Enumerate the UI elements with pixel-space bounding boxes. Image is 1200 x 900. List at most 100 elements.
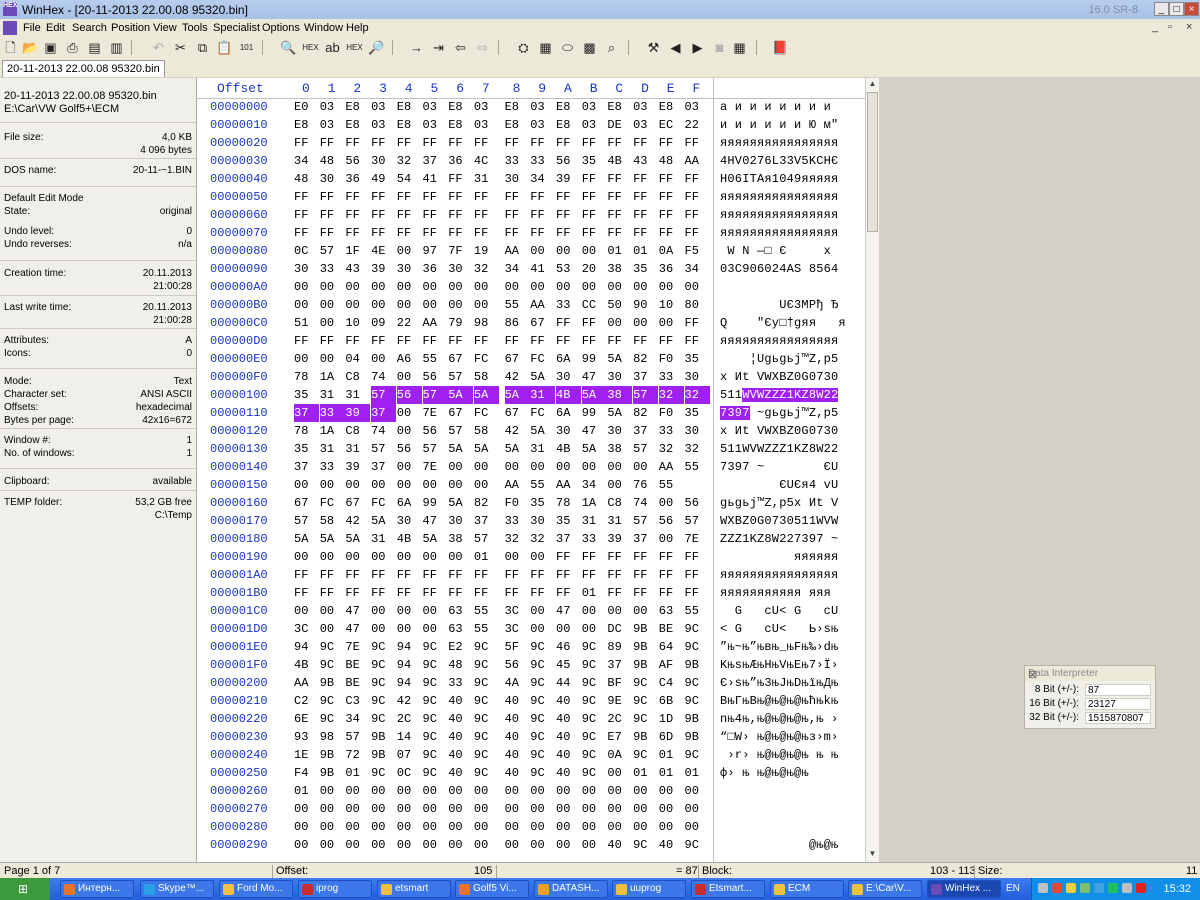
hex-byte[interactable]: 00: [371, 800, 396, 818]
hex-byte[interactable]: 5A: [345, 530, 370, 548]
hex-byte[interactable]: FF: [633, 206, 658, 224]
hex-byte[interactable]: 9B: [371, 746, 396, 764]
hex-byte[interactable]: 43: [345, 260, 370, 278]
hex-byte[interactable]: FF: [320, 206, 345, 224]
hex-byte[interactable]: AA: [423, 314, 448, 332]
hex-byte[interactable]: 9B: [685, 728, 710, 746]
hex-byte[interactable]: 00: [371, 818, 396, 836]
hex-byte[interactable]: 74: [371, 368, 396, 386]
hex-byte[interactable]: 00: [505, 818, 530, 836]
row-ascii[interactable]: WXBZ0G0730511WVW: [720, 512, 865, 530]
print-icon[interactable]: ⎙: [64, 39, 81, 56]
hex-byte[interactable]: 38: [607, 386, 633, 404]
hex-byte[interactable]: E0: [294, 98, 319, 116]
hex-byte[interactable]: 14: [397, 728, 422, 746]
hex-byte[interactable]: 40: [556, 710, 581, 728]
hex-byte[interactable]: 9C: [474, 710, 499, 728]
hex-byte[interactable]: 00: [448, 458, 473, 476]
hex-byte[interactable]: 5A: [448, 494, 473, 512]
hex-byte[interactable]: 00: [397, 476, 422, 494]
hex-row[interactable]: 000000E0 00 00 04 00 A6 55 67 FC 67 FC 6A 99 5A 82 F0 35…: [197, 350, 865, 368]
hex-byte[interactable]: 30: [397, 512, 422, 530]
hex-byte[interactable]: 56: [345, 152, 370, 170]
hex-row[interactable]: 00000050 FF FF FF FF FF FF FF FF FF FF FF FF FF FF FF FF…: [197, 188, 865, 206]
hex-byte[interactable]: 00: [659, 314, 684, 332]
hex-byte[interactable]: 00: [633, 314, 658, 332]
hex-byte[interactable]: 41: [530, 260, 555, 278]
vertical-scrollbar[interactable]: ▲ ▼: [865, 78, 879, 862]
hex-byte[interactable]: E8: [556, 98, 581, 116]
hex-byte[interactable]: 00: [582, 278, 607, 296]
hex-byte[interactable]: 00: [659, 782, 684, 800]
table-icon[interactable]: ▦: [731, 39, 748, 56]
hex-byte[interactable]: 40: [556, 728, 581, 746]
hex-row[interactable]: 00000270 00 00 00 00 00 00 00 00 00 00 00 00 00 00 00 00: [197, 800, 865, 818]
hex-byte[interactable]: 48: [659, 152, 684, 170]
row-ascii[interactable]: ZZZ1KZ8W227397 ~: [720, 530, 865, 548]
hex-row[interactable]: 00000240 1E 9B 72 9B 07 9C 40 9C 40 9C 40 9C 0A 9C 01 9C…: [197, 746, 865, 764]
hex-row[interactable]: 00000010 E8 03 E8 03 E8 03 E8 03 E8 03 E8 03 DE 03 EC 22…: [197, 116, 865, 134]
hex-byte[interactable]: 30: [556, 368, 581, 386]
hex-byte[interactable]: FF: [530, 584, 555, 602]
hex-byte[interactable]: FF: [320, 566, 345, 584]
hex-row[interactable]: 00000000 E0 03 E8 03 E8 03 E8 03 E8 03 E8 03 E8 03 E8 03…: [197, 98, 865, 116]
hex-byte[interactable]: 82: [474, 494, 499, 512]
hex-byte[interactable]: FF: [345, 206, 370, 224]
hex-byte[interactable]: 9C: [474, 764, 499, 782]
hex-byte[interactable]: FF: [659, 224, 684, 242]
hex-byte[interactable]: FF: [423, 188, 448, 206]
hex-byte[interactable]: FF: [448, 206, 473, 224]
hex-byte[interactable]: 1D: [659, 710, 684, 728]
hex-byte[interactable]: 00: [659, 494, 684, 512]
hex-byte[interactable]: 5A: [371, 512, 396, 530]
row-ascii[interactable]: Є›sњ”њ3њJњDњїњДњ: [720, 674, 865, 692]
hex-byte[interactable]: E8: [345, 98, 370, 116]
hex-byte[interactable]: 56: [659, 512, 684, 530]
hex-byte[interactable]: FF: [530, 134, 555, 152]
hex-byte[interactable]: 47: [582, 368, 607, 386]
hex-byte[interactable]: FF: [556, 566, 581, 584]
hex-byte[interactable]: 42: [505, 422, 530, 440]
hex-byte[interactable]: FF: [685, 170, 710, 188]
hex-byte[interactable]: 30: [556, 422, 581, 440]
hex-byte[interactable]: 67: [505, 350, 530, 368]
hex-byte[interactable]: 47: [345, 602, 370, 620]
hex-byte[interactable]: 40: [505, 746, 530, 764]
hex-byte[interactable]: 03: [685, 98, 710, 116]
taskbar-button[interactable]: Ford Mo...: [219, 880, 293, 898]
hex-byte[interactable]: 79: [448, 314, 473, 332]
hex-byte[interactable]: 67: [505, 404, 530, 422]
hex-byte[interactable]: 00: [345, 476, 370, 494]
hex-byte[interactable]: 56: [397, 440, 422, 458]
hex-byte[interactable]: FF: [530, 332, 555, 350]
row-ascii[interactable]: x Иt VWXBZ0G0730: [720, 422, 865, 440]
row-ascii[interactable]: 4HV0276L33V5KCHЄ: [720, 152, 865, 170]
hex-byte[interactable]: 56: [396, 386, 422, 404]
mdi-restore-button[interactable]: ▫: [1168, 21, 1172, 33]
hex-byte[interactable]: 01: [345, 764, 370, 782]
hex-byte[interactable]: 37: [474, 512, 499, 530]
undo-icon[interactable]: ↶: [150, 39, 167, 56]
hex-byte[interactable]: 57: [685, 512, 710, 530]
interp-value[interactable]: 87: [1085, 684, 1151, 696]
hex-byte[interactable]: 4B: [607, 152, 632, 170]
hex-byte[interactable]: 67: [448, 350, 473, 368]
calculator-icon[interactable]: ▩: [581, 39, 598, 56]
hex-byte[interactable]: 00: [423, 782, 448, 800]
hex-byte[interactable]: 00: [530, 548, 555, 566]
hex-byte[interactable]: 9B: [320, 746, 345, 764]
hex-byte[interactable]: 00: [556, 458, 581, 476]
back-icon[interactable]: ⇦: [452, 39, 469, 56]
hex-row[interactable]: 00000230 93 98 57 9B 14 9C 40 9C 40 9C 40 9C E7 9B 6D 9B…: [197, 728, 865, 746]
hex-byte[interactable]: 00: [423, 476, 448, 494]
hex-row[interactable]: 00000160 67 FC 67 FC 6A 99 5A 82 F0 35 78 1A C8 74 00 56…: [197, 494, 865, 512]
hex-byte[interactable]: FF: [474, 206, 499, 224]
hex-byte[interactable]: 0C: [294, 242, 319, 260]
taskbar-button[interactable]: DATASH...: [534, 880, 608, 898]
hex-byte[interactable]: 55: [423, 350, 448, 368]
hex-byte[interactable]: 00: [659, 278, 684, 296]
hex-byte[interactable]: 00: [294, 548, 319, 566]
hex-byte[interactable]: FF: [423, 584, 448, 602]
hex-row[interactable]: 00000210 C2 9C C3 9C 42 9C 40 9C 40 9C 40 9C 9E 9C 6B 9C…: [197, 692, 865, 710]
hex-byte[interactable]: FF: [294, 584, 319, 602]
